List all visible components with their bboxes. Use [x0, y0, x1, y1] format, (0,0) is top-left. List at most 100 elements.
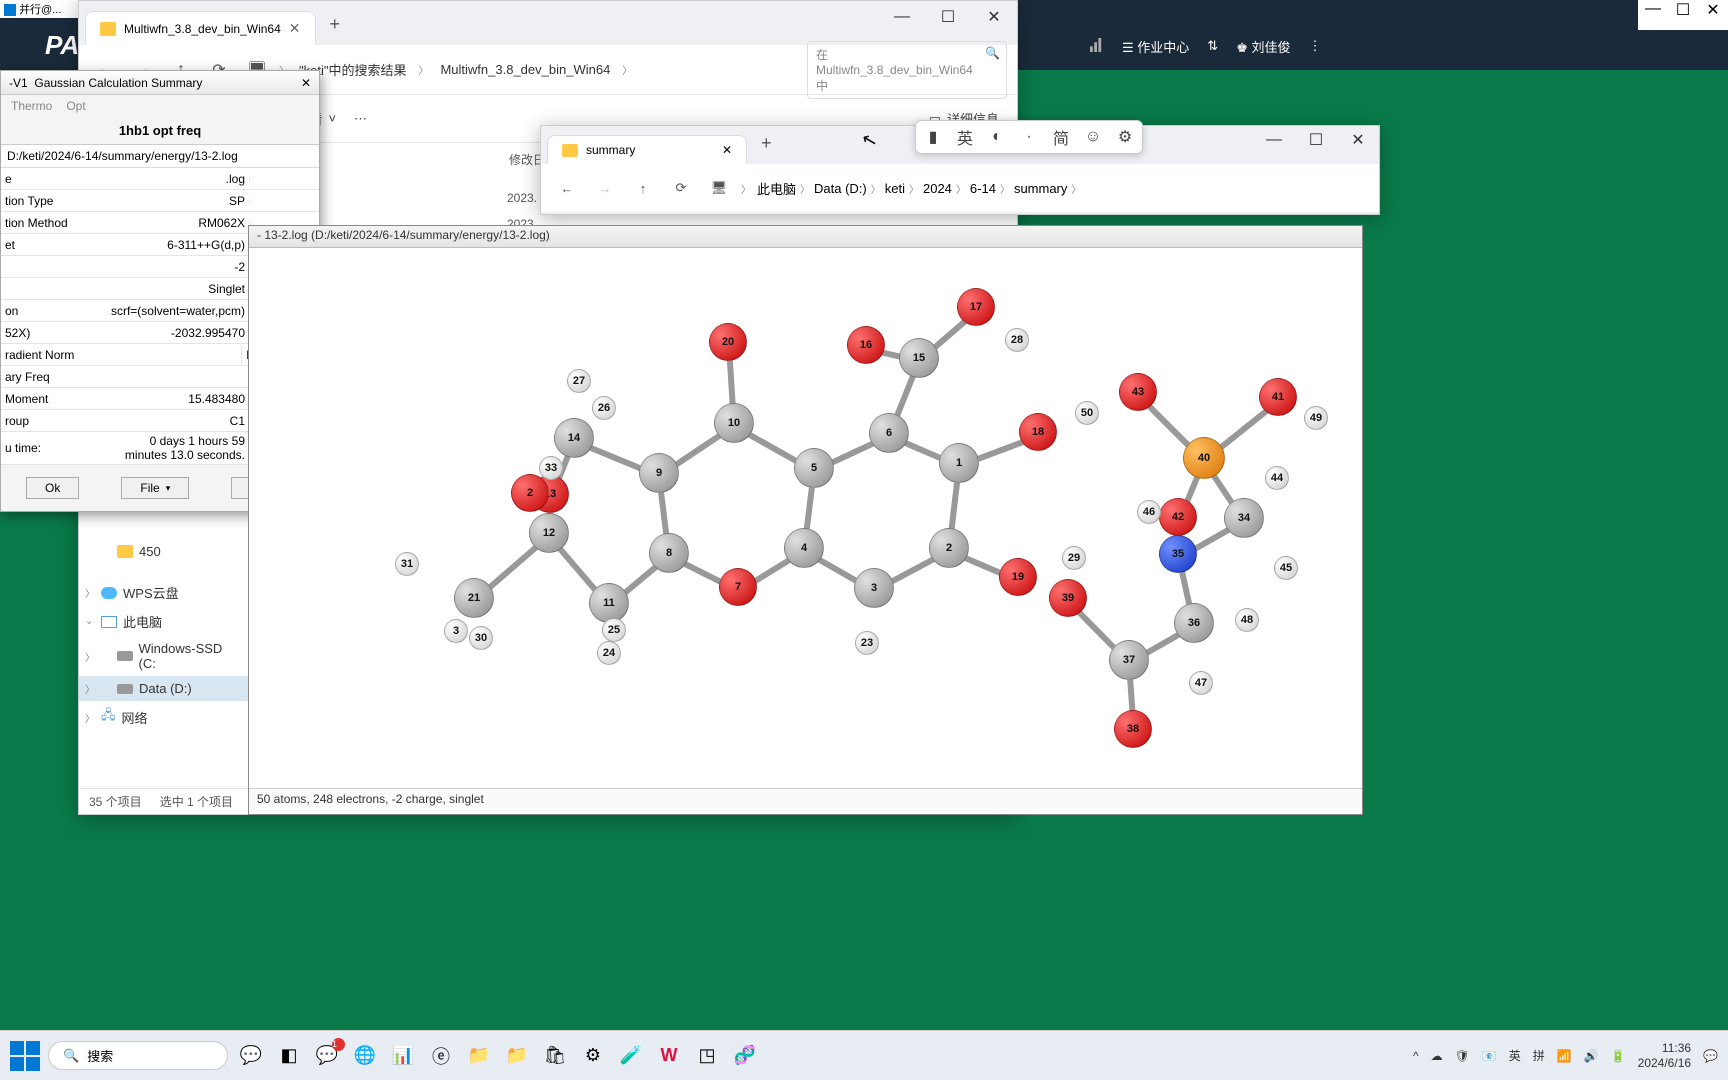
- refresh-button[interactable]: ⟳: [665, 172, 697, 204]
- ime-toolbar[interactable]: ▮ 英 ◐ · 简 ☺ ⚙: [915, 120, 1143, 154]
- explorer-tab[interactable]: summary ✕: [547, 135, 747, 164]
- breadcrumb[interactable]: 此电脑〉 Data (D:)〉 keti〉 2024〉 6-14〉 summar…: [757, 179, 1081, 198]
- tasks-link[interactable]: ☰ 作业中心: [1122, 37, 1189, 56]
- ie-icon[interactable]: ⓔ: [426, 1041, 456, 1071]
- atom-c[interactable]: 21: [454, 578, 494, 618]
- tray-lang[interactable]: 英: [1509, 1047, 1521, 1064]
- up-button[interactable]: ↑: [627, 172, 659, 204]
- atom-h[interactable]: 26: [592, 396, 616, 420]
- atom-o[interactable]: 2: [511, 474, 549, 512]
- tray-icon[interactable]: ☁: [1431, 1049, 1443, 1063]
- taskbar-clock[interactable]: 11:36 2024/6/16: [1638, 1041, 1691, 1070]
- atom-c[interactable]: 4: [784, 528, 824, 568]
- atom-c[interactable]: 3: [854, 568, 894, 608]
- atom-c[interactable]: 12: [529, 513, 569, 553]
- atom-h[interactable]: 44: [1265, 466, 1289, 490]
- atom-h[interactable]: 29: [1062, 546, 1086, 570]
- atom-h[interactable]: 31: [395, 552, 419, 576]
- ime-emoji-icon[interactable]: ☺: [1082, 128, 1104, 146]
- ime-handle-icon[interactable]: ▮: [922, 127, 944, 147]
- ime-lang[interactable]: 英: [954, 125, 976, 149]
- tray-lang[interactable]: 拼: [1533, 1047, 1545, 1064]
- atom-h[interactable]: 50: [1075, 401, 1099, 425]
- atom-c[interactable]: 1: [939, 443, 979, 483]
- atom-h[interactable]: 46: [1137, 500, 1161, 524]
- swap-icon[interactable]: ⇅: [1207, 38, 1218, 54]
- explorer-icon[interactable]: 📁: [464, 1041, 494, 1071]
- taskview-icon[interactable]: ◧: [274, 1041, 304, 1071]
- atom-h[interactable]: 45: [1274, 556, 1298, 580]
- taskbar-app[interactable]: 💬1: [312, 1041, 342, 1071]
- atom-h[interactable]: 25: [602, 618, 626, 642]
- minimize-button[interactable]: —: [1253, 126, 1295, 154]
- close-button[interactable]: ✕: [1337, 126, 1379, 154]
- gaussview-icon[interactable]: 🧪: [616, 1041, 646, 1071]
- taskbar-app[interactable]: 📊: [388, 1041, 418, 1071]
- sidebar-item-thispc[interactable]: ⌄此电脑: [79, 607, 248, 636]
- search-input[interactable]: 在 Multiwfn_3.8_dev_bin_Win64 中 🔍: [807, 41, 1007, 99]
- battery-icon[interactable]: 🔋: [1611, 1049, 1626, 1063]
- tray-chevron-icon[interactable]: ^: [1413, 1049, 1419, 1063]
- atom-c[interactable]: 14: [554, 418, 594, 458]
- atom-h[interactable]: 28: [1005, 328, 1029, 352]
- atom-c[interactable]: 15: [899, 338, 939, 378]
- more-button[interactable]: ⋯: [354, 111, 367, 127]
- back-button[interactable]: ←: [551, 172, 583, 204]
- atom-h[interactable]: 47: [1189, 671, 1213, 695]
- atom-o[interactable]: 16: [847, 326, 885, 364]
- new-tab-button[interactable]: +: [747, 123, 786, 164]
- wifi-icon[interactable]: 📶: [1557, 1049, 1572, 1063]
- explorer-icon[interactable]: 📁: [502, 1041, 532, 1071]
- menu-opt[interactable]: Opt: [66, 99, 85, 113]
- settings-icon[interactable]: ⚙: [578, 1041, 608, 1071]
- ok-button[interactable]: Ok: [26, 477, 79, 499]
- sidebar-item-wps[interactable]: 〉WPS云盘: [79, 578, 248, 607]
- tab-close-icon[interactable]: ✕: [722, 143, 732, 157]
- maximize-button[interactable]: ☐: [925, 1, 971, 33]
- atom-h[interactable]: 49: [1304, 406, 1328, 430]
- wps-icon[interactable]: W: [654, 1041, 684, 1071]
- atom-o[interactable]: 18: [1019, 413, 1057, 451]
- copilot-icon[interactable]: 💬: [236, 1041, 266, 1071]
- atom-c[interactable]: 9: [639, 453, 679, 493]
- close-icon[interactable]: ✕: [301, 76, 311, 90]
- atom-o[interactable]: 42: [1159, 498, 1197, 536]
- tray-icon[interactable]: 📧: [1482, 1049, 1497, 1063]
- menu-thermo[interactable]: Thermo: [11, 99, 52, 113]
- ime-settings-icon[interactable]: ⚙: [1114, 127, 1136, 147]
- ime-punct[interactable]: ·: [1018, 128, 1040, 146]
- atom-h[interactable]: 30: [469, 626, 493, 650]
- atom-p[interactable]: 40: [1183, 437, 1225, 479]
- atom-c[interactable]: 37: [1109, 640, 1149, 680]
- atom-o[interactable]: 17: [957, 288, 995, 326]
- ime-moon-icon[interactable]: ◐: [986, 128, 1008, 146]
- notifications-icon[interactable]: 💬: [1703, 1049, 1718, 1063]
- close-button[interactable]: ✕: [971, 1, 1017, 33]
- atom-c[interactable]: 10: [714, 403, 754, 443]
- sidebar-item-datad[interactable]: 〉Data (D:): [79, 676, 248, 701]
- atom-h[interactable]: 24: [597, 641, 621, 665]
- multiwfn-icon[interactable]: 🧬: [730, 1041, 760, 1071]
- pc-icon[interactable]: 🖥: [703, 172, 735, 204]
- atom-o[interactable]: 43: [1119, 373, 1157, 411]
- atom-h[interactable]: 3: [444, 619, 468, 643]
- tray-icon[interactable]: 🛡: [1455, 1049, 1470, 1063]
- atom-c[interactable]: 6: [869, 413, 909, 453]
- taskbar-search[interactable]: 🔍 搜索: [48, 1041, 228, 1070]
- more-icon[interactable]: ⋮: [1309, 38, 1322, 54]
- user-menu[interactable]: ♚ 刘佳俊: [1236, 37, 1290, 56]
- sidebar-item-network[interactable]: 〉🖧网络: [79, 701, 248, 733]
- sidebar-item-winssd[interactable]: 〉Windows-SSD (C:: [79, 636, 248, 676]
- explorer-tab[interactable]: Multiwfn_3.8_dev_bin_Win64 ✕: [85, 11, 316, 45]
- taskbar-app[interactable]: ◳: [692, 1041, 722, 1071]
- breadcrumb[interactable]: "keti"中的搜索结果〉 Multiwfn_3.8_dev_bin_Win64…: [295, 58, 801, 81]
- atom-c[interactable]: 34: [1224, 498, 1264, 538]
- volume-icon[interactable]: 🔊: [1584, 1049, 1599, 1063]
- atom-c[interactable]: 2: [929, 528, 969, 568]
- atom-o[interactable]: 20: [709, 323, 747, 361]
- atom-o[interactable]: 41: [1259, 378, 1297, 416]
- atom-o[interactable]: 39: [1049, 579, 1087, 617]
- sidebar-item-450[interactable]: 450: [79, 539, 248, 564]
- atom-h[interactable]: 48: [1235, 608, 1259, 632]
- edge-icon[interactable]: 🌐: [350, 1041, 380, 1071]
